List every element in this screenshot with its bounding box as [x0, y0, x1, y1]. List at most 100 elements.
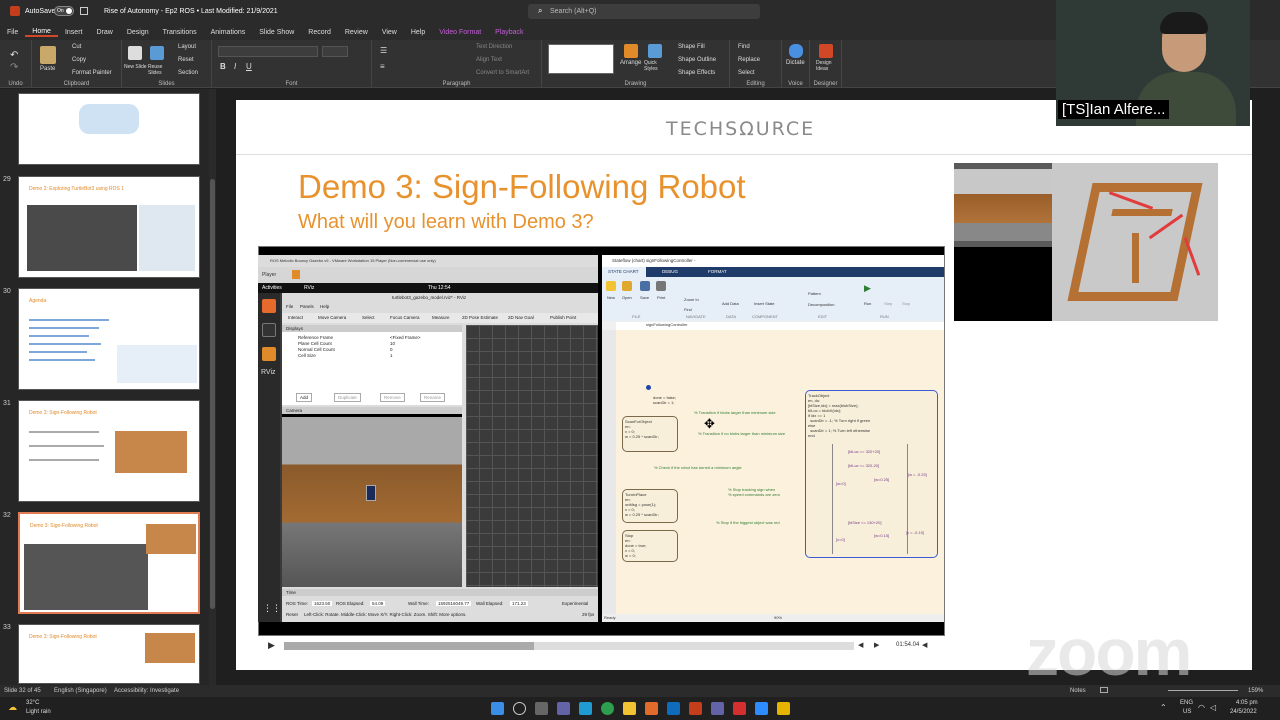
new-slide-button[interactable]: New Slide	[124, 64, 148, 70]
tool-measure[interactable]: Measure	[432, 315, 450, 320]
tab-playback[interactable]: Playback	[488, 29, 530, 36]
convert-smartart-button[interactable]: Convert to SmartArt	[476, 70, 529, 76]
microphone-icon[interactable]	[789, 44, 803, 58]
acrobat-icon[interactable]	[733, 702, 746, 715]
zoom-app-icon[interactable]	[755, 702, 768, 715]
quick-styles-icon[interactable]	[648, 44, 662, 58]
outlook-icon[interactable]	[667, 702, 680, 715]
state-turn-in-place[interactable]: TurnInPlace en: onMsg = pose(1); v = 0; …	[622, 489, 678, 523]
tab-video-format[interactable]: Video Format	[432, 29, 488, 36]
tab-record[interactable]: Record	[301, 29, 338, 36]
paste-icon[interactable]	[40, 46, 56, 64]
snip-icon[interactable]	[777, 702, 790, 715]
file-explorer-icon[interactable]	[623, 702, 636, 715]
tool-select[interactable]: Select	[362, 315, 375, 320]
align-left-icon[interactable]: ≡	[380, 62, 385, 71]
tool-interact[interactable]: Interact	[288, 315, 303, 320]
tab-insert[interactable]: Insert	[58, 29, 90, 36]
language-status[interactable]: English (Singapore)	[54, 688, 107, 694]
play-icon[interactable]: ▶	[268, 640, 275, 651]
tab-animations[interactable]: Animations	[204, 29, 253, 36]
tool-2d-nav-goal[interactable]: 2D Nav Goal	[508, 315, 534, 320]
forward-icon[interactable]: ▶	[874, 641, 879, 649]
language-indicator[interactable]: ENG	[1180, 700, 1193, 706]
reset-button[interactable]: Reset	[178, 57, 194, 63]
task-view-icon[interactable]	[535, 702, 548, 715]
bullets-icon[interactable]: ☰	[380, 46, 387, 55]
ros-icon[interactable]	[262, 347, 276, 361]
zoom-slider[interactable]	[1168, 690, 1238, 691]
state-stop[interactable]: Stop en: done = true; v = 0; w = 0;	[622, 530, 678, 562]
print-icon[interactable]	[656, 281, 666, 291]
thumbnail-scrollbar[interactable]	[209, 89, 216, 685]
layout-button[interactable]: Layout	[178, 44, 196, 50]
dictate-button[interactable]: Dictate	[786, 60, 805, 66]
tab-home[interactable]: Home	[25, 28, 58, 37]
participant-video[interactable]: [TS]Ian Alfere...	[1056, 0, 1250, 126]
copy-button[interactable]: Copy	[72, 57, 86, 63]
find-button[interactable]: Find	[738, 44, 750, 50]
menu-help[interactable]: Help	[320, 304, 329, 309]
tray-chevron-icon[interactable]: ⌃	[1160, 703, 1167, 712]
paste-button[interactable]: Paste	[40, 66, 55, 72]
activities-label[interactable]: Activities	[262, 285, 282, 291]
arrange-icon[interactable]	[624, 44, 638, 58]
italic-icon[interactable]: I	[234, 62, 236, 71]
region-indicator[interactable]: US	[1183, 709, 1191, 715]
save-icon[interactable]	[640, 281, 650, 291]
save-icon[interactable]	[80, 7, 88, 15]
state-scan-for-object[interactable]: ScanForObject en: v = 0; w = 0.25 * scan…	[622, 416, 678, 452]
bold-icon[interactable]: B	[220, 62, 226, 71]
apps-grid-icon[interactable]: ⋮⋮	[263, 603, 281, 614]
new-slide-icon[interactable]	[128, 46, 142, 60]
tab-state-chart[interactable]: STATE CHART	[602, 267, 646, 277]
search-box[interactable]: ⌕ Search (Alt+Q)	[528, 4, 760, 19]
menu-panels[interactable]: Panels	[300, 304, 314, 309]
rewind-icon[interactable]: ◀	[858, 641, 863, 649]
tab-file[interactable]: File	[0, 29, 25, 36]
format-painter-button[interactable]: Format Painter	[72, 70, 112, 76]
pause-icon[interactable]	[292, 270, 300, 279]
volume-icon[interactable]: ◁	[1210, 703, 1216, 712]
new-icon[interactable]	[606, 281, 616, 291]
chat-icon[interactable]	[557, 702, 570, 715]
teams-icon[interactable]	[711, 702, 724, 715]
tab-slide-show[interactable]: Slide Show	[252, 29, 301, 36]
3d-grid-view[interactable]	[466, 325, 598, 587]
slide-thumbnail[interactable]: Demo 3: Sign-Following Robot	[18, 400, 200, 502]
experimental-checkbox[interactable]: Experimental	[562, 601, 588, 606]
tool-focus-camera[interactable]: Focus Camera	[390, 315, 420, 320]
shape-fill-button[interactable]: Shape Fill	[678, 44, 705, 50]
duplicate-button[interactable]: Duplicate	[334, 393, 361, 402]
gazebo-screenshot[interactable]	[954, 163, 1218, 321]
terminal-icon[interactable]	[262, 323, 276, 337]
matlab-icon[interactable]	[645, 702, 658, 715]
shapes-gallery[interactable]	[548, 44, 614, 74]
accessibility-status[interactable]: Accessibility: Investigate	[114, 688, 179, 694]
chrome-icon[interactable]	[601, 702, 614, 715]
redo-icon[interactable]: ↷	[10, 62, 18, 73]
undo-icon[interactable]: ↶	[10, 50, 18, 61]
tool-publish-point[interactable]: Publish Point	[550, 315, 576, 320]
windows-start-icon[interactable]	[491, 702, 504, 715]
powerpoint-icon[interactable]	[689, 702, 702, 715]
shape-outline-button[interactable]: Shape Outline	[678, 57, 716, 63]
slide-thumbnail[interactable]: Demo 2: Exploring TurtleBot3 using ROS 1	[18, 176, 200, 278]
design-ideas-icon[interactable]	[819, 44, 833, 58]
reuse-slides-icon[interactable]	[150, 46, 164, 60]
run-icon[interactable]: ▶	[864, 283, 871, 294]
add-data-button[interactable]: Add Data	[722, 301, 739, 306]
video-seek-bar[interactable]	[284, 642, 854, 650]
zoom-level[interactable]: 159%	[1248, 688, 1263, 694]
wifi-icon[interactable]: ◠	[1198, 703, 1205, 712]
insert-state-button[interactable]: Insert State	[754, 301, 778, 306]
player-menu[interactable]: Player	[262, 272, 276, 278]
tool-move-camera[interactable]: Move Camera	[318, 315, 346, 320]
zoom-in-button[interactable]: Zoom In	[684, 297, 699, 302]
taskbar-search-icon[interactable]	[513, 702, 526, 715]
tab-view[interactable]: View	[375, 29, 404, 36]
edge-icon[interactable]	[579, 702, 592, 715]
underline-icon[interactable]: U	[246, 62, 252, 71]
rviz-app-menu[interactable]: RViz	[304, 285, 314, 291]
display-row[interactable]: Cell Size	[298, 353, 316, 358]
